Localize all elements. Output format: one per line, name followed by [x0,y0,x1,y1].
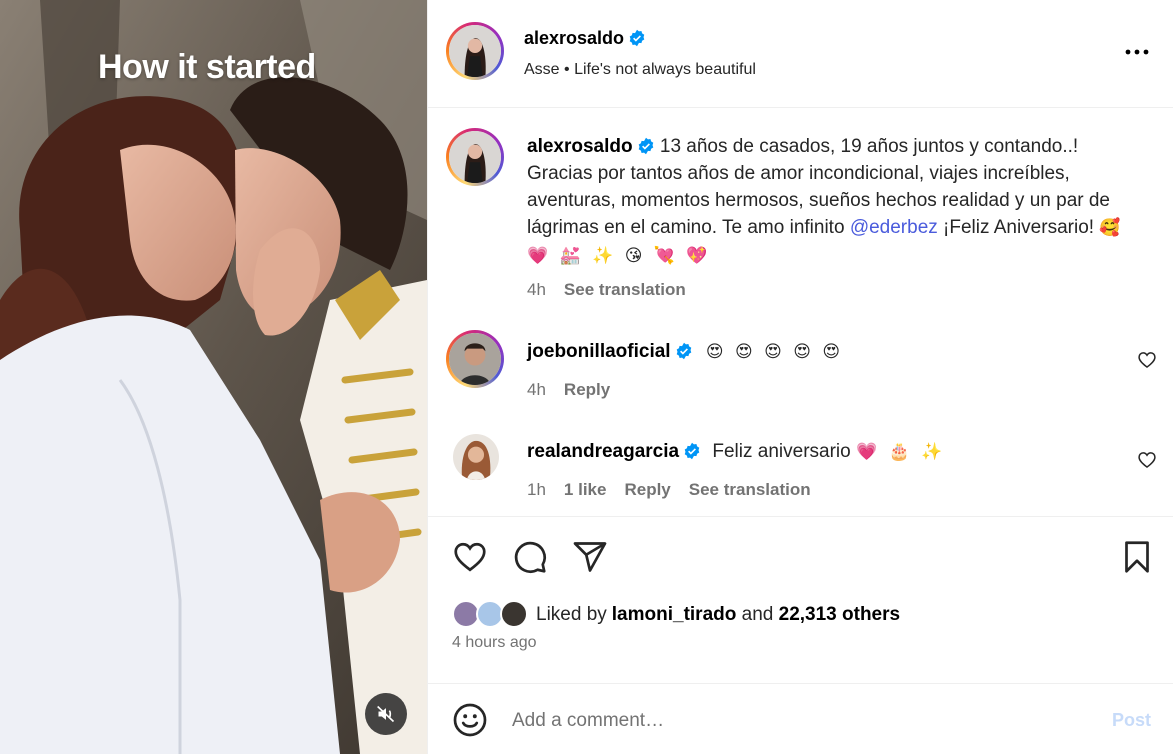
post-details-panel: alexrosaldo Asse • Life's not always bea… [427,0,1173,754]
comment-meta: 4h Reply [527,380,628,400]
liked-by-user[interactable]: lamoni_tirado [612,604,737,626]
author-avatar[interactable] [446,22,504,80]
muted-speaker-icon [377,705,395,723]
liked-by-prefix: Liked by [536,604,607,625]
add-comment-input[interactable] [512,706,1072,736]
comment-username[interactable]: joebonillaoficial [527,341,671,362]
commenter-avatar[interactable] [453,434,499,480]
more-options-icon[interactable] [1122,40,1152,64]
see-translation-button[interactable]: See translation [689,480,811,499]
commenter-avatar[interactable] [446,330,504,388]
post-video-frame [0,0,427,754]
mute-toggle-button[interactable] [365,693,407,735]
post-comment-button[interactable]: Post [1112,710,1151,731]
verified-badge-icon [629,29,645,47]
like-comment-heart-icon[interactable] [1137,350,1157,370]
liked-by-middle: and [736,604,779,625]
caption-username[interactable]: alexrosaldo [527,136,633,157]
save-bookmark-icon[interactable] [1119,539,1155,575]
verified-badge-icon [684,442,700,460]
verified-badge-icon [676,342,691,360]
comment-body: joebonillaoficial 😍 😍 😍 😍 😍 [527,338,1147,366]
comments-section: alexrosaldo 13 años de casados, 19 años … [428,108,1173,516]
comment-body: realandreagarcia Feliz aniversario 💗 🎂 ✨ [527,438,1147,466]
emoji-picker-icon[interactable] [452,702,488,738]
comment-username[interactable]: realandreagarcia [527,441,679,462]
reply-button[interactable]: Reply [624,480,670,499]
author-username[interactable]: alexrosaldo [524,28,624,48]
post-actions: Liked by lamoni_tirado and 22,313 others… [428,516,1173,754]
share-send-icon[interactable] [572,539,608,575]
comment-likes-count[interactable]: 1 like [564,480,607,499]
caption-time[interactable]: 4h [527,280,546,299]
comment-time[interactable]: 1h [527,480,546,499]
caption-meta: 4h See translation [527,280,704,300]
post-media[interactable]: How it started [0,0,427,754]
post-timestamp[interactable]: 4 hours ago [452,634,537,652]
comment-time[interactable]: 4h [527,380,546,399]
comment-emojis: 💗 🎂 ✨ [855,442,946,462]
video-overlay-caption: How it started [98,48,316,86]
comment-text: 😍 😍 😍 😍 😍 [705,342,844,362]
liked-by-avatars [452,600,532,630]
like-comment-heart-icon[interactable] [1137,450,1157,470]
comment-meta: 1h 1 like Reply See translation [527,480,829,500]
comment-text: Feliz aniversario [712,441,856,462]
caption-text-end: ¡Feliz Aniversario! [937,217,1100,238]
comment-bubble-icon[interactable] [512,539,548,575]
avatar [500,600,528,628]
likes-count[interactable]: 22,313 others [779,604,900,626]
caption-author-avatar[interactable] [446,128,504,186]
see-translation-button[interactable]: See translation [564,280,686,299]
verified-badge-icon [638,137,653,155]
caption-mention-link[interactable]: @ederbez [850,217,938,238]
reply-button[interactable]: Reply [564,380,610,399]
likes-summary[interactable]: Liked by lamoni_tirado and 22,313 others [452,599,900,631]
audio-attribution[interactable]: Asse • Life's not always beautiful [524,61,756,79]
add-comment-bar: Post [428,683,1173,754]
author-username-row[interactable]: alexrosaldo [524,28,646,50]
post-header: alexrosaldo Asse • Life's not always bea… [428,0,1173,108]
like-heart-icon[interactable] [452,539,488,575]
post-caption: alexrosaldo 13 años de casados, 19 años … [527,133,1147,270]
